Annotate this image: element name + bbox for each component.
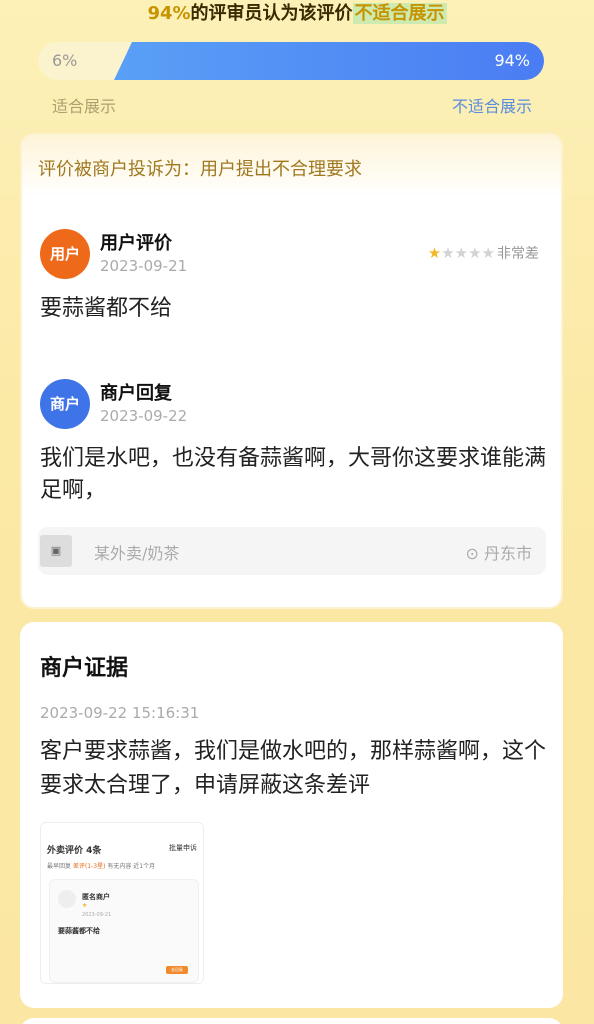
screenshot-date: 2023-09-21 (82, 912, 112, 918)
star-icon: ★ (427, 244, 442, 262)
screenshot-filter: 有无内容 (107, 863, 132, 870)
shop-city: 丹东市 (483, 544, 532, 563)
screenshot-reviewer: 匿名商户 (82, 893, 110, 901)
location-pin-icon: ⊙ (465, 544, 479, 563)
star-icon: ★ (481, 244, 495, 262)
screenshot-review-text: 要蒜酱都不给 (58, 927, 100, 935)
star-icon: ★ (454, 244, 469, 262)
shop-location: ⊙ 丹东市 (465, 540, 532, 564)
evidence-screenshot[interactable]: 外卖评价 4条 批量申诉 最早回复 差评(1-3星) 有无内容 近1个月 匿名商… (40, 822, 204, 984)
star-rating: ★★★★★ 非常差 (428, 243, 539, 263)
shop-info-bar[interactable]: ▣ 某外卖/奶茶 ⊙ 丹东市 (38, 527, 546, 575)
screenshot-filter: 差评(1-3星) (72, 863, 106, 870)
user-review-text: 要蒜酱都不给 (40, 296, 173, 321)
vote-unsuitable-label: 不适合展示 (451, 97, 532, 116)
evidence-text: 客户要求蒜酱，我们是做水吧的，那样蒜酱啊，这个要求太合理了，申请屏蔽这条差评 (40, 739, 547, 798)
evidence-title: 商户证据 (40, 656, 129, 681)
shop-name: 某外卖/奶茶 (94, 544, 180, 563)
user-avatar: 用户 (40, 229, 90, 279)
merchant-avatar: 商户 (40, 379, 90, 429)
user-review-heading: 用户评价 (100, 233, 172, 254)
verdict-percent: 94% (147, 3, 191, 24)
review-card: 评价被商户投诉为：用户提出不合理要求 用户 用户评价 2023-09-21 ★★… (20, 133, 563, 609)
evidence-date: 2023-09-22 15:16:31 (40, 704, 200, 722)
shop-thumbnail: ▣ (40, 535, 72, 567)
screenshot-avatar (58, 890, 76, 908)
screenshot-review: 匿名商户 ★ 2023-09-21 要蒜酱都不给 去回复 (49, 879, 199, 983)
user-review-date: 2023-09-21 (100, 257, 188, 275)
evidence-card: 商户证据 2023-09-22 15:16:31 客户要求蒜酱，我们是做水吧的，… (20, 622, 563, 1008)
vote-suitable-label: 适合展示 (52, 97, 117, 116)
verdict-text: 的评审员认为该评价 (190, 3, 353, 24)
verdict-headline: 94%的评审员认为该评价 不适合展示 (0, 0, 594, 30)
next-card-edge (20, 1018, 563, 1024)
merchant-reply-heading: 商户回复 (100, 383, 172, 404)
screenshot-title: 外卖评价 4条 (47, 846, 102, 856)
complaint-reason: 评价被商户投诉为：用户提出不合理要求 (22, 135, 561, 197)
star-icon: ★ (468, 244, 482, 262)
star-icon: ★ (441, 244, 455, 262)
screenshot-filter: 近1个月 (133, 863, 156, 870)
verdict-highlight: 不适合展示 (352, 3, 447, 24)
rating-text: 非常差 (497, 246, 539, 262)
screenshot-filter: 最早回复 (47, 863, 72, 870)
vote-bar: 6% 94% (38, 42, 544, 80)
screenshot-reply-button: 去回复 (166, 966, 188, 974)
screenshot-stars: ★ (82, 902, 88, 909)
screenshot-filters: 最早回复 差评(1-3星) 有无内容 近1个月 (47, 861, 155, 870)
merchant-reply-date: 2023-09-22 (100, 407, 188, 425)
screenshot-action: 批量申诉 (169, 844, 197, 852)
vote-unsuitable-segment: 94% (114, 42, 544, 80)
merchant-reply-text: 我们是水吧，也没有备蒜酱啊，大哥你这要求谁能满足啊， (40, 446, 547, 503)
